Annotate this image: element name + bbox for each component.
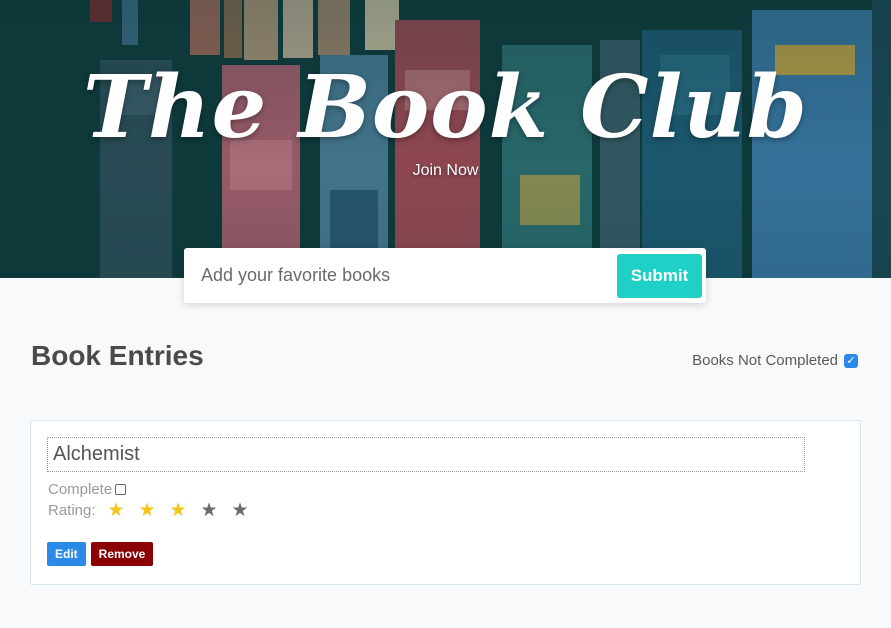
add-book-input[interactable]	[184, 248, 604, 303]
book-card: Alchemist Complete Rating: ★ ★ ★ ★ ★ Edit Re…	[30, 420, 861, 585]
site-title: The Book Club	[83, 57, 808, 158]
book-title-field[interactable]: Alchemist	[47, 437, 805, 472]
add-book-form: Submit	[184, 248, 706, 303]
filter-label: Books Not Completed	[692, 352, 838, 369]
book-actions: Edit Remove	[47, 542, 154, 566]
hero-banner: The Book Club Join Now	[0, 0, 891, 278]
rating-label: Rating:	[48, 502, 96, 519]
rating-stars: ★ ★ ★ ★ ★	[108, 501, 263, 520]
rating-row: Rating: ★ ★ ★ ★ ★	[48, 501, 263, 520]
remove-button[interactable]: Remove	[90, 542, 154, 566]
filter-checkbox[interactable]: ✓	[844, 353, 858, 368]
join-now-link[interactable]: Join Now	[0, 162, 891, 180]
complete-label: Complete	[48, 481, 113, 498]
star-icon[interactable]: ★	[108, 501, 139, 520]
star-icon[interactable]: ★	[232, 501, 263, 520]
edit-button[interactable]: Edit	[47, 542, 86, 566]
complete-row: Complete	[48, 481, 127, 498]
page-title: Book Entries	[31, 340, 204, 371]
star-icon[interactable]: ★	[201, 501, 232, 520]
star-icon[interactable]: ★	[139, 501, 170, 520]
books-not-completed-filter[interactable]: Books Not Completed ✓	[692, 352, 858, 369]
submit-button[interactable]: Submit	[617, 254, 702, 298]
star-icon[interactable]: ★	[170, 501, 201, 520]
complete-checkbox[interactable]	[115, 484, 127, 495]
